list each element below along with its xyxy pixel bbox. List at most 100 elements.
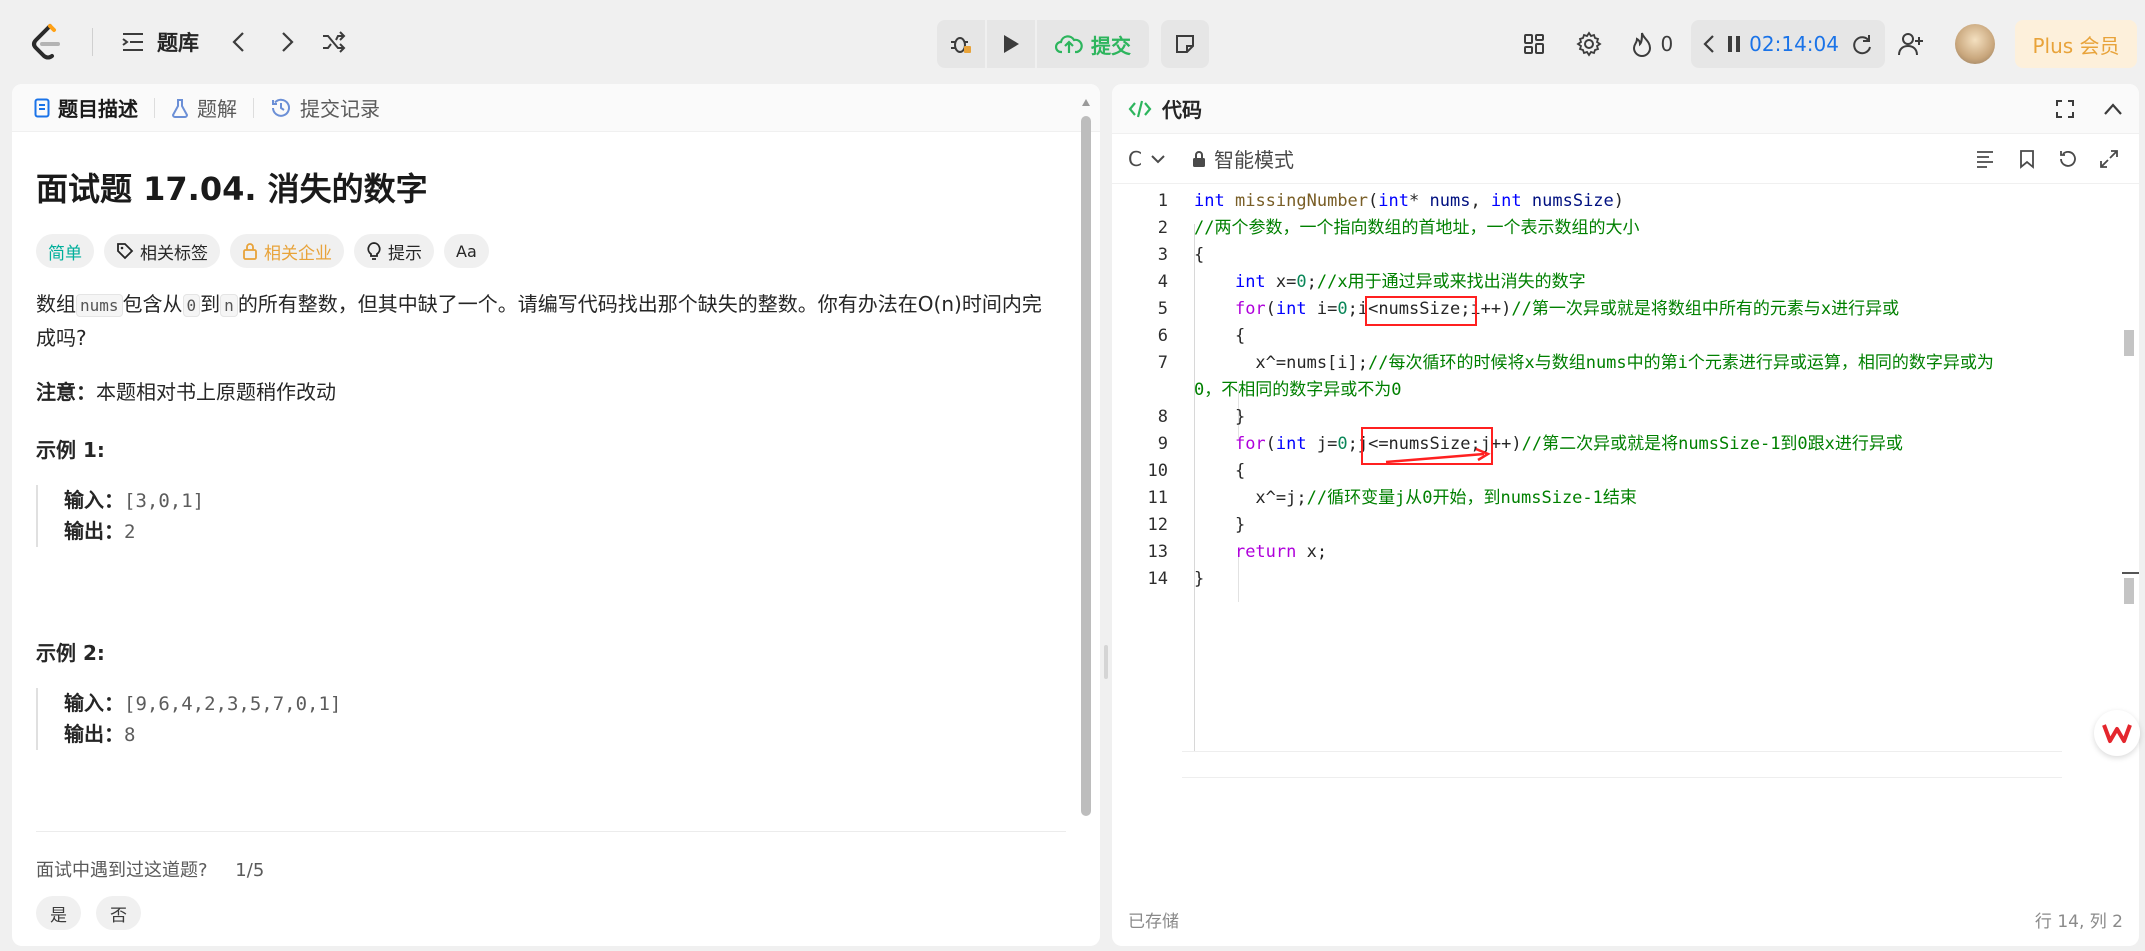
desc-text: 包含从 bbox=[122, 292, 183, 316]
chevron-left-icon[interactable] bbox=[1703, 34, 1715, 54]
note-button[interactable] bbox=[1161, 20, 1209, 68]
note-icon bbox=[1176, 35, 1194, 53]
tab-submissions-label: 提交记录 bbox=[300, 97, 380, 121]
line-number: 8 bbox=[1157, 407, 1168, 427]
gear-icon[interactable] bbox=[1576, 31, 1603, 57]
bookmark-icon[interactable] bbox=[2019, 149, 2035, 169]
layout-icon[interactable] bbox=[1522, 32, 1546, 56]
plus-member-button[interactable]: Plus 会员 bbox=[2015, 20, 2137, 68]
next-problem-icon[interactable] bbox=[279, 30, 295, 54]
code-line: 14} bbox=[1112, 566, 2139, 593]
example-2: 输入：[9,6,4,2,3,5,7,0,1] 输出：8 bbox=[36, 688, 1056, 750]
top-bar: 题库 提交 0 02:14:04 Plus 会员 bbox=[0, 6, 2145, 82]
language-select[interactable]: C bbox=[1128, 147, 1166, 171]
list-icon bbox=[122, 33, 143, 51]
line-number: 1 bbox=[1157, 191, 1168, 211]
history-icon bbox=[272, 98, 290, 117]
flask-icon bbox=[171, 98, 189, 118]
example-1: 输入：[3,0,1] 输出：2 bbox=[36, 485, 1056, 547]
submit-label: 提交 bbox=[1091, 33, 1131, 58]
document-icon bbox=[34, 98, 50, 117]
problem-bank-label: 题库 bbox=[157, 31, 199, 55]
tab-submissions[interactable]: 提交记录 bbox=[270, 93, 380, 122]
wps-floating-button[interactable] bbox=[2094, 710, 2140, 756]
scrollbar[interactable] bbox=[1081, 98, 1091, 938]
panel-resize-handle[interactable] bbox=[1104, 645, 1108, 679]
streak-count: 0 bbox=[1660, 32, 1674, 56]
code-icon bbox=[1128, 100, 1152, 117]
code-line: 13 return x; bbox=[1112, 539, 2139, 566]
font-size-button[interactable]: Aa bbox=[444, 234, 489, 268]
note-label: 注意： bbox=[36, 380, 96, 404]
code-line: 10 { bbox=[1112, 458, 2139, 485]
example-2-title: 示例 2: bbox=[36, 641, 105, 665]
no-button[interactable]: 否 bbox=[96, 896, 141, 930]
code-line: 7 x^=nums[i];//每次循环的时候将x与数组nums中的第i个元素进行… bbox=[1112, 350, 2139, 377]
pause-icon[interactable] bbox=[1727, 35, 1741, 53]
scroll-up-arrow-icon[interactable] bbox=[1081, 98, 1091, 108]
line-number: 6 bbox=[1157, 326, 1168, 346]
output-value: 8 bbox=[124, 724, 136, 746]
related-tags-button[interactable]: 相关标签 bbox=[104, 234, 220, 268]
editor-scrollbar-thumb[interactable] bbox=[2124, 330, 2134, 356]
problem-title: 面试题 17.04. 消失的数字 bbox=[36, 170, 428, 208]
example-1-title: 示例 1: bbox=[36, 438, 105, 462]
hint-label: 提示 bbox=[388, 243, 422, 264]
bug-icon bbox=[951, 37, 971, 53]
top-bar-right: 0 02:14:04 Plus 会员 bbox=[1522, 20, 2145, 68]
interview-question-text: 面试中遇到过这道题? bbox=[36, 860, 208, 881]
hint-button[interactable]: 提示 bbox=[354, 234, 434, 268]
desc-text: 到 bbox=[200, 292, 221, 316]
code-line: 11 x^=j;//循环变量j从0开始，到numsSize-1结束 bbox=[1112, 485, 2139, 512]
run-button[interactable] bbox=[987, 20, 1035, 68]
scrollbar-thumb[interactable] bbox=[1081, 116, 1091, 816]
input-value: [9,6,4,2,3,5,7,0,1] bbox=[124, 693, 342, 715]
add-user-icon[interactable] bbox=[1897, 31, 1925, 57]
expand-icon[interactable] bbox=[2099, 149, 2119, 169]
yes-button[interactable]: 是 bbox=[36, 896, 81, 930]
code-tab: 代码 bbox=[1112, 84, 2139, 134]
run-controls: 提交 bbox=[937, 20, 1209, 68]
lock-icon bbox=[243, 243, 257, 260]
fullscreen-icon[interactable] bbox=[2055, 99, 2075, 119]
description-tabs: 题目描述 题解 提交记录 bbox=[12, 84, 1100, 132]
streak-button[interactable]: 0 bbox=[1632, 31, 1673, 57]
problem-tags: 简单 相关标签 相关企业 提示 Aa bbox=[36, 234, 1056, 268]
editor-toolbar: C 智能模式 bbox=[1112, 134, 2139, 184]
interview-question: 面试中遇到过这道题? 1/5 bbox=[36, 856, 264, 882]
timer-value: 02:14:04 bbox=[1749, 32, 1839, 56]
line-number: 14 bbox=[1147, 569, 1168, 589]
line-number: 11 bbox=[1147, 488, 1168, 508]
debug-button[interactable] bbox=[937, 20, 985, 68]
line-number: 2 bbox=[1157, 218, 1168, 238]
tab-description[interactable]: 题目描述 bbox=[34, 93, 138, 122]
inline-code: nums bbox=[76, 294, 123, 317]
collapse-icon[interactable] bbox=[2103, 102, 2123, 116]
avatar[interactable] bbox=[1955, 24, 1995, 64]
code-editor[interactable]: 1 int missingNumber(int* nums, int numsSi… bbox=[1112, 184, 2139, 884]
output-value: 2 bbox=[124, 521, 136, 543]
shuffle-icon[interactable] bbox=[321, 30, 347, 54]
tag-icon bbox=[117, 243, 134, 260]
undo-icon[interactable] bbox=[2057, 149, 2077, 169]
input-label: 输入： bbox=[64, 691, 124, 715]
submit-button[interactable]: 提交 bbox=[1037, 20, 1149, 68]
code-line: 9 for(int j=0;j<=numsSize;j++)//第二次异或就是将… bbox=[1112, 431, 2139, 458]
divider bbox=[36, 831, 1066, 832]
prev-problem-icon[interactable] bbox=[231, 30, 247, 54]
interview-count: 1/5 bbox=[235, 860, 265, 881]
inline-code: 0 bbox=[182, 294, 201, 317]
problem-bank-button[interactable]: 题库 bbox=[121, 27, 199, 57]
format-icon[interactable] bbox=[1975, 150, 1995, 168]
related-companies-button[interactable]: 相关企业 bbox=[230, 234, 344, 268]
tab-solutions[interactable]: 题解 bbox=[171, 93, 237, 122]
output-label: 输出： bbox=[64, 722, 124, 746]
inline-code: n bbox=[220, 294, 238, 317]
editor-scrollbar-marker bbox=[2124, 578, 2134, 604]
reset-icon[interactable] bbox=[1851, 33, 1873, 55]
save-status: 已存储 bbox=[1128, 912, 1179, 932]
smart-mode-toggle[interactable]: 智能模式 bbox=[1192, 144, 1294, 173]
divider bbox=[92, 28, 93, 56]
leetcode-logo-icon[interactable] bbox=[28, 22, 64, 62]
related-tags-label: 相关标签 bbox=[140, 243, 208, 264]
